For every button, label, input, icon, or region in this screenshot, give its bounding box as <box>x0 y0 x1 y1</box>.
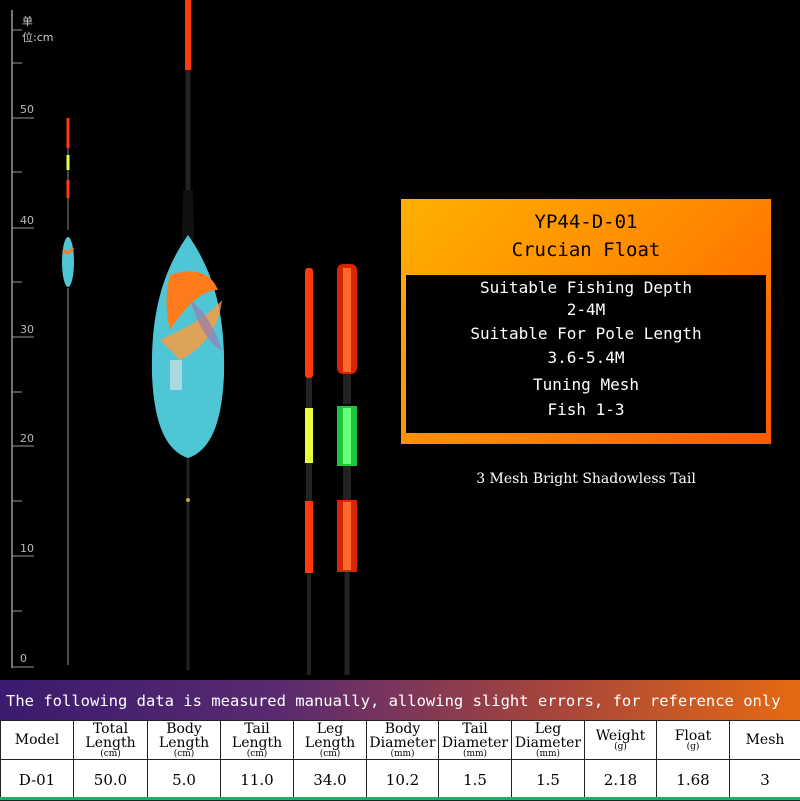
header-tail-length: Tail Length(cm) <box>221 721 294 760</box>
cell-tail-length: 11.0 <box>221 760 294 801</box>
product-info-panel: YP44-D-01 Crucian Float Suitable Fishing… <box>401 199 771 444</box>
header-leg-diameter: Leg Diameter(mm) <box>512 721 585 760</box>
cell-mesh: 3 <box>730 760 800 801</box>
ruler-mark-10: 10 <box>20 542 34 555</box>
cell-weight: 2.18 <box>585 760 657 801</box>
fishing-depth-label: Suitable Fishing Depth <box>406 278 766 297</box>
header-mesh: Mesh <box>730 721 800 760</box>
ruler-mark-50: 50 <box>20 103 34 116</box>
ruler-unit-label: 单位:cm <box>22 13 60 45</box>
header-body-length: Body Length(cm) <box>148 721 221 760</box>
header-total-length: Total Length(cm) <box>74 721 148 760</box>
cell-tail-diameter: 1.5 <box>439 760 512 801</box>
header-body-diameter: Body Diameter(mm) <box>367 721 439 760</box>
ruler-ticks <box>0 0 60 680</box>
cell-leg-length: 34.0 <box>294 760 367 801</box>
ruler-mark-20: 20 <box>20 432 34 445</box>
cell-total-length: 50.0 <box>74 760 148 801</box>
product-model-title: YP44-D-01 <box>401 211 771 233</box>
pole-length-label: Suitable For Pole Length <box>406 324 766 343</box>
header-leg-length: Leg Length(cm) <box>294 721 367 760</box>
cell-body-length: 5.0 <box>148 760 221 801</box>
cell-body-diameter: 10.2 <box>367 760 439 801</box>
tail-caption: 3 Mesh Bright Shadowless Tail <box>401 471 771 487</box>
measurement-ruler: 单位:cm 50 40 30 20 10 0 <box>0 0 60 680</box>
header-model: Model <box>1 721 74 760</box>
cell-leg-diameter: 1.5 <box>512 760 585 801</box>
table-row: D-01 50.0 5.0 11.0 34.0 10.2 1.5 1.5 2.1… <box>1 760 800 801</box>
ruler-mark-40: 40 <box>20 214 34 227</box>
tail-comparison-illustration <box>295 260 365 680</box>
cell-model: D-01 <box>1 760 74 801</box>
header-weight: Weight(g) <box>585 721 657 760</box>
table-header-row: Model Total Length(cm) Body Length(cm) T… <box>1 721 800 760</box>
measurement-notice-text: The following data is measured manually,… <box>6 692 781 710</box>
tuning-mesh-label: Tuning Mesh <box>406 375 766 394</box>
measurement-notice-banner: The following data is measured manually,… <box>0 680 800 720</box>
small-float-illustration <box>55 110 85 670</box>
spec-table: Model Total Length(cm) Body Length(cm) T… <box>0 720 800 801</box>
header-tail-diameter: Tail Diameter(mm) <box>439 721 512 760</box>
header-float: Float(g) <box>657 721 730 760</box>
pole-length-value: 3.6-5.4M <box>406 348 766 367</box>
large-float-illustration <box>150 0 250 680</box>
cell-float: 1.68 <box>657 760 730 801</box>
fishing-depth-value: 2-4M <box>406 300 766 319</box>
ruler-mark-30: 30 <box>20 323 34 336</box>
tuning-mesh-value: Fish 1-3 <box>406 400 766 419</box>
ruler-mark-0: 0 <box>20 652 27 665</box>
product-spec-box: Suitable Fishing Depth 2-4M Suitable For… <box>406 275 766 433</box>
product-type-title: Crucian Float <box>401 239 771 261</box>
